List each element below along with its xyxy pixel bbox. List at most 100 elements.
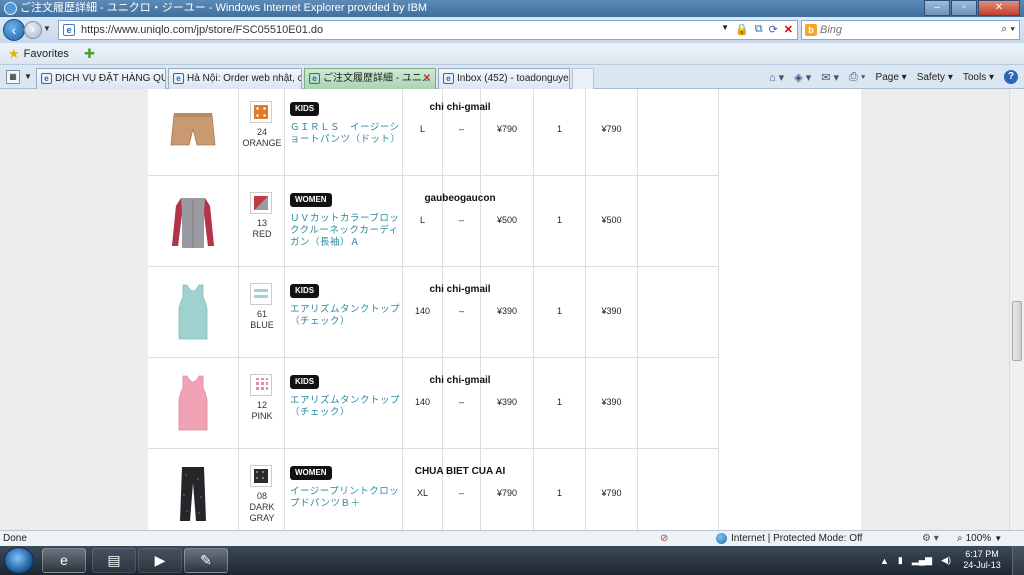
mail-icon[interactable]: ✉ ▾	[821, 71, 839, 84]
length-value: –	[458, 306, 464, 316]
color-code: 12	[256, 400, 267, 410]
size-value: 140	[414, 306, 431, 316]
add-to-favorites-icon[interactable]: ✚	[84, 46, 100, 62]
size-cell: 140	[402, 358, 442, 448]
taskbar-paint-icon[interactable]: ✎	[184, 548, 228, 573]
stop-icon[interactable]: ✕	[784, 23, 793, 36]
address-dropdown-icon[interactable]: ▼	[721, 23, 729, 36]
table-row: 08 DARK GRAY WOMEN イージープリントクロップドパンツＢ＋ XL – ¥79…	[148, 449, 719, 530]
size-value: 140	[414, 397, 431, 407]
address-url[interactable]: https://www.uniqlo.com/jp/store/FSC05510…	[81, 24, 323, 36]
close-window-button[interactable]: ✕	[978, 0, 1020, 16]
color-name: PINK	[251, 411, 273, 421]
lock-icon[interactable]: 🔒	[735, 23, 749, 36]
security-zone[interactable]: Internet | Protected Mode: Off	[716, 531, 862, 546]
owner-note: chi chi-gmail	[429, 102, 491, 113]
command-bar: ⌂ ▾ ◈ ▾ ✉ ▾ ⎙ ▾ Page ▾ Safety ▾ Tools ▾ …	[769, 69, 1018, 85]
tab-label: DỊCH VỤ ĐẶT HÀNG QUỐ...	[55, 73, 165, 84]
quantity-value: 1	[556, 215, 562, 225]
price-cell: ¥390	[480, 267, 533, 357]
tab-order-history[interactable]: e ご注文履歴詳細 - ユニ... ✕	[304, 68, 436, 89]
taskbar-media-player-icon[interactable]: ▶	[138, 548, 182, 573]
order-items-table: 24 ORANGE KIDS ＧＩＲＬＳ イージーショートパンツ（ドット） L – ¥790…	[148, 89, 719, 530]
maximize-button[interactable]: ▫	[951, 0, 977, 16]
product-image-cell	[148, 176, 238, 266]
taskbar-ie-icon[interactable]: e	[42, 548, 86, 573]
forward-button[interactable]: ›	[24, 21, 42, 39]
tools-menu[interactable]: Tools ▾	[963, 72, 994, 83]
length-cell: –	[442, 358, 480, 448]
vertical-scrollbar[interactable]	[1009, 89, 1024, 530]
length-value: –	[458, 124, 464, 134]
product-image[interactable]	[168, 283, 218, 341]
ie-page-icon: e	[443, 73, 454, 84]
empty-cell	[637, 89, 719, 175]
start-button[interactable]	[4, 547, 34, 574]
product-name-link[interactable]: ＧＩＲＬＳ イージーショートパンツ（ドット）	[290, 122, 402, 146]
scrollbar-thumb[interactable]	[1012, 301, 1022, 361]
favorites-button[interactable]: ★ Favorites	[8, 46, 69, 62]
table-row: 12 PINK KIDS エアリズムタンクトップ（チェック） 140 – ¥390 1 ¥390…	[148, 358, 719, 449]
product-name-link[interactable]: エアリズムタンクトップ（チェック）	[290, 304, 402, 328]
tab-inbox[interactable]: e Inbox (452) - toadonguyen...	[438, 68, 570, 89]
tab-label: Inbox (452) - toadonguyen...	[457, 73, 569, 84]
size-cell: XL	[402, 449, 442, 530]
new-tab-button[interactable]	[572, 68, 594, 89]
zoom-control[interactable]: ⌕ 100% ▼	[957, 531, 1002, 546]
quantity-cell: 1	[533, 267, 585, 357]
product-image[interactable]	[168, 374, 218, 432]
length-value: –	[458, 397, 464, 407]
table-row: 24 ORANGE KIDS ＧＩＲＬＳ イージーショートパンツ（ドット） L – ¥790…	[148, 89, 719, 176]
compatibility-view-icon[interactable]: ⧉	[755, 23, 763, 36]
status-settings-icon[interactable]: ⚙ ▾	[922, 531, 939, 546]
popup-blocker-icon[interactable]: ⊘	[660, 531, 668, 546]
product-image[interactable]	[168, 101, 218, 159]
home-icon[interactable]: ⌂ ▾	[769, 71, 784, 84]
subtotal-cell: ¥790	[585, 449, 637, 530]
color-cell: 08 DARK GRAY	[238, 449, 284, 530]
product-image[interactable]	[168, 192, 218, 250]
favorites-label: Favorites	[23, 48, 69, 60]
search-box[interactable]: b ⌕ ▾	[801, 20, 1020, 40]
taskbar-explorer-icon[interactable]: ▤	[92, 548, 136, 573]
feeds-icon[interactable]: ◈ ▾	[794, 71, 811, 84]
product-name-link[interactable]: ＵＶカットカラーブロッククルーネックカーディガン（長袖）Ａ	[290, 213, 402, 249]
help-icon[interactable]: ?	[1004, 70, 1018, 84]
refresh-icon[interactable]: ⟳	[769, 23, 778, 36]
product-image[interactable]	[168, 465, 218, 523]
show-desktop-button[interactable]	[1012, 546, 1024, 575]
minimize-button[interactable]: –	[924, 0, 950, 16]
search-icon[interactable]: ⌕ ▾	[1001, 23, 1015, 36]
size-value: L	[419, 124, 425, 134]
subtotal-cell: ¥390	[585, 358, 637, 448]
product-name-link[interactable]: イージープリントクロップドパンツＢ＋	[290, 486, 402, 510]
color-cell: 13 RED	[238, 176, 284, 266]
tab-dich-vu[interactable]: e DỊCH VỤ ĐẶT HÀNG QUỐ...	[36, 68, 166, 89]
tab-list-dropdown[interactable]: ▼	[24, 72, 32, 81]
tab-ha-noi[interactable]: e Hà Nội: Order web nhật, c...	[168, 68, 302, 89]
quantity-cell: 1	[533, 176, 585, 266]
show-hidden-icons-icon[interactable]: ▲	[880, 556, 889, 566]
safety-menu[interactable]: Safety ▾	[917, 72, 953, 83]
volume-icon[interactable]: ◀)	[941, 555, 951, 566]
product-name-link[interactable]: エアリズムタンクトップ（チェック）	[290, 395, 402, 419]
battery-icon[interactable]: ▮	[898, 555, 903, 566]
back-button[interactable]: ‹	[3, 19, 25, 41]
clock-time: 6:17 PM	[965, 549, 999, 559]
taskbar-clock[interactable]: 6:17 PM 24-Jul-13	[960, 549, 1004, 571]
network-icon[interactable]: ▂▄▆	[912, 555, 932, 566]
color-label: 12 PINK	[239, 400, 285, 422]
zoom-level: 100%	[965, 533, 992, 544]
window-title: ご注文履歴詳細 - ユニクロ・ジーユー - Windows Internet E…	[20, 2, 428, 14]
print-icon[interactable]: ⎙ ▾	[849, 71, 865, 84]
page-menu[interactable]: Page ▾	[876, 72, 907, 83]
product-name-cell: WOMEN ＵＶカットカラーブロッククルーネックカーディガン（長袖）Ａ	[284, 176, 402, 266]
product-name-cell: KIDS エアリズムタンクトップ（チェック）	[284, 358, 402, 448]
search-input[interactable]	[820, 22, 990, 38]
close-tab-icon[interactable]: ✕	[423, 69, 431, 88]
quick-tabs-icon[interactable]: ▦	[6, 70, 20, 84]
recent-pages-dropdown[interactable]: ▼	[43, 24, 51, 33]
length-cell: –	[442, 449, 480, 530]
color-swatch	[250, 192, 272, 214]
address-bar[interactable]: e https://www.uniqlo.com/jp/store/FSC055…	[58, 20, 798, 40]
